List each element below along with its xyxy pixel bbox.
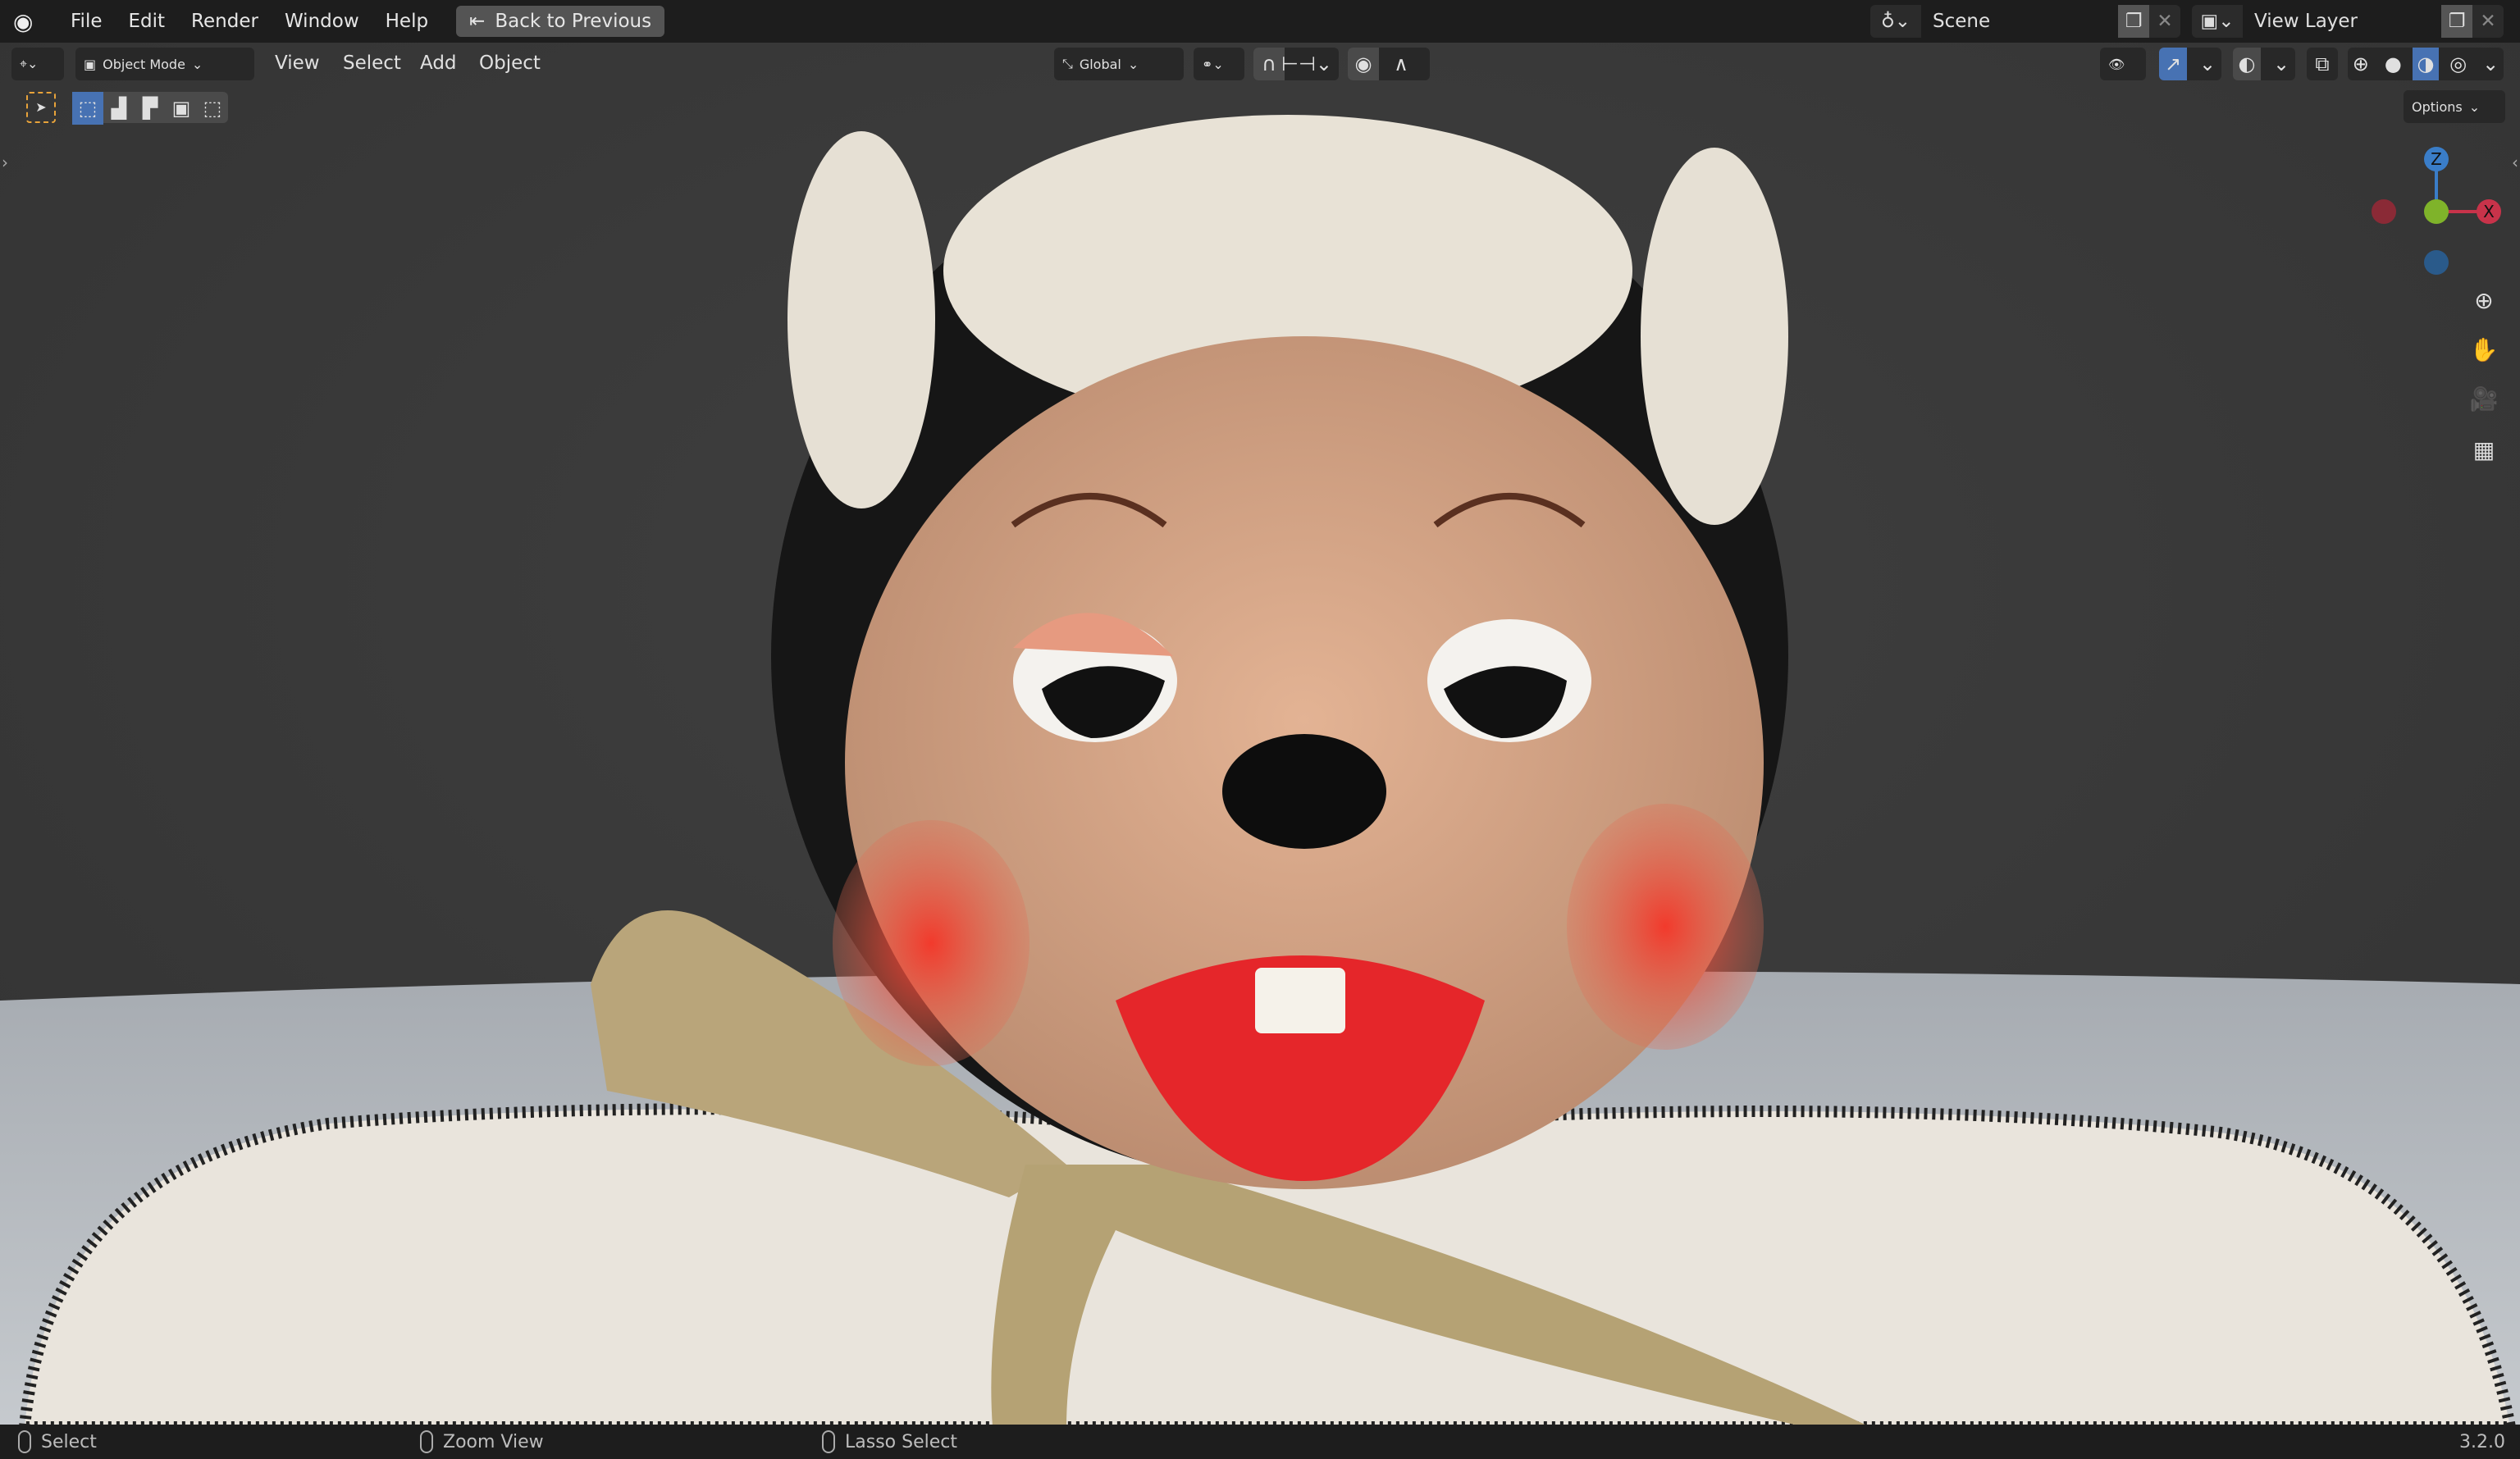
snap-increment-icon[interactable]: ⊢⊣⌄	[1281, 48, 1332, 80]
solid-shading-icon[interactable]: ●	[2381, 48, 2407, 80]
menu-help[interactable]: Help	[372, 11, 441, 32]
z-axis-label: Z	[2431, 149, 2442, 169]
overlays-icon[interactable]: ◐	[2233, 48, 2261, 80]
shading-modes[interactable]: ⊕ ● ◑ ◎ ⌄	[2348, 48, 2504, 80]
select-intersect-icon[interactable]: ⬚	[197, 92, 228, 125]
cursor-icon: ➤	[35, 99, 47, 115]
menu-object[interactable]: Object	[479, 52, 541, 74]
menu-render[interactable]: Render	[178, 11, 272, 32]
status-select-label: Select	[41, 1431, 97, 1452]
select-extend-icon[interactable]: ▟	[103, 92, 135, 125]
neg-z-axis-handle	[2424, 250, 2449, 275]
mouse-left-icon	[18, 1430, 31, 1453]
status-lasso-label: Lasso Select	[845, 1431, 957, 1452]
eye-icon: 👁	[2108, 56, 2125, 72]
back-to-previous-label: Back to Previous	[495, 11, 652, 32]
options-label: Options	[2412, 98, 2463, 115]
back-to-previous-button[interactable]: ⇤ Back to Previous	[456, 6, 665, 37]
wireframe-shading-icon[interactable]: ⊕	[2348, 48, 2374, 80]
view-layer-name[interactable]: View Layer	[2243, 5, 2441, 38]
select-box-tool[interactable]: ➤	[26, 92, 56, 123]
neg-x-axis-handle	[2372, 199, 2396, 224]
status-lasso-select: Lasso Select	[822, 1430, 957, 1453]
status-zoom-label: Zoom View	[443, 1431, 544, 1452]
pan-hand-icon[interactable]: ✋	[2466, 331, 2502, 367]
object-mode-icon: ▣	[84, 56, 97, 72]
chevron-down-icon[interactable]: ⌄	[2194, 48, 2221, 80]
options-dropdown[interactable]: Options ⌄	[2404, 90, 2505, 123]
scene-icon[interactable]: ♁⌄	[1870, 11, 1921, 32]
camera-view-icon[interactable]: 🎥	[2466, 381, 2502, 417]
proportional-editing[interactable]: ◉ ∧	[1348, 48, 1430, 80]
view-layer-selector[interactable]: ▣⌄ View Layer ❐ ✕	[2192, 5, 2504, 38]
editor-type-button[interactable]: ⌖⌄	[11, 48, 64, 80]
mouse-middle-icon	[420, 1430, 433, 1453]
proportional-edit-icon[interactable]: ◉	[1348, 48, 1379, 80]
snap-magnet-icon[interactable]: ∩	[1253, 48, 1285, 80]
menu-window[interactable]: Window	[272, 11, 372, 32]
back-icon: ⇤	[469, 11, 486, 32]
selection-mode-group: ⬚ ▟ ▛ ▣ ⬚	[72, 92, 228, 125]
version-label: 3.2.0	[2459, 1431, 2505, 1452]
material-preview-icon[interactable]: ◑	[2413, 48, 2439, 80]
select-invert-icon[interactable]: ▣	[166, 92, 197, 125]
select-new-icon[interactable]: ⬚	[72, 92, 103, 125]
close-icon[interactable]: ✕	[2149, 5, 2180, 38]
status-bar: Select Zoom View Lasso Select 3.2.0	[0, 1425, 2520, 1459]
menu-file[interactable]: File	[57, 11, 116, 32]
menu-view[interactable]: View	[275, 52, 320, 74]
toolbar-expand-icon[interactable]: ›	[2, 153, 8, 172]
rendered-shading-icon[interactable]: ◎	[2445, 48, 2472, 80]
duplicate-icon[interactable]: ❐	[2118, 5, 2149, 38]
chevron-down-icon: ⌄	[2468, 98, 2481, 115]
snap-controls[interactable]: ∩ ⊢⊣⌄	[1253, 48, 1339, 80]
nose	[1222, 734, 1386, 849]
xray-icon[interactable]: ⧉	[2307, 48, 2338, 80]
orientation-icon: ⤡	[1062, 56, 1073, 71]
chevron-down-icon[interactable]: ⌄	[2267, 48, 2295, 80]
menu-select[interactable]: Select	[343, 52, 401, 74]
pivot-icon: ⚭⌄	[1202, 56, 1224, 72]
pivot-point-dropdown[interactable]: ⚭⌄	[1194, 48, 1244, 80]
right-ear	[1641, 148, 1788, 525]
render-layers-icon[interactable]: ▣⌄	[2192, 11, 2243, 32]
chevron-down-icon: ⌄	[1127, 56, 1139, 72]
select-subtract-icon[interactable]: ▛	[135, 92, 166, 125]
blender-logo-icon[interactable]: ◉	[13, 8, 46, 35]
left-ear	[788, 131, 935, 508]
transform-orientation-dropdown[interactable]: ⤡ Global ⌄	[1054, 48, 1184, 80]
menu-edit[interactable]: Edit	[116, 11, 179, 32]
navigation-gizmo[interactable]: Z X	[2362, 139, 2510, 287]
viewport-render[interactable]	[0, 0, 2520, 1459]
teeth	[1255, 968, 1345, 1033]
gizmo-icon[interactable]: ↗	[2159, 48, 2187, 80]
status-zoom-view: Zoom View	[420, 1430, 544, 1453]
chevron-down-icon[interactable]: ⌄	[2477, 48, 2504, 80]
xray-toggle[interactable]: ⧉	[2307, 48, 2338, 80]
status-select: Select	[18, 1430, 97, 1453]
visibility-dropdown[interactable]: 👁	[2100, 48, 2146, 80]
3d-viewport-icon: ⌖⌄	[20, 56, 39, 71]
menu-add[interactable]: Add	[420, 52, 457, 74]
duplicate-icon[interactable]: ❐	[2441, 5, 2472, 38]
x-axis-label: X	[2483, 202, 2495, 221]
perspective-grid-icon[interactable]: ▦	[2466, 431, 2502, 467]
mode-label: Object Mode	[103, 56, 185, 72]
chevron-down-icon: ⌄	[191, 56, 203, 72]
overlays-toggle[interactable]: ◐ ⌄	[2233, 48, 2295, 80]
falloff-curve-icon[interactable]: ∧	[1386, 48, 1417, 80]
sidebar-expand-icon[interactable]: ‹	[2512, 153, 2518, 172]
mode-dropdown[interactable]: ▣ Object Mode ⌄	[75, 48, 254, 80]
scene-name[interactable]: Scene	[1921, 5, 2118, 38]
y-axis-handle	[2424, 199, 2449, 224]
scene-selector[interactable]: ♁⌄ Scene ❐ ✕	[1870, 5, 2180, 38]
mouse-right-icon	[822, 1430, 835, 1453]
orientation-label: Global	[1079, 56, 1121, 72]
gizmo-toggle[interactable]: ↗ ⌄	[2159, 48, 2221, 80]
zoom-view-icon[interactable]: ⊕	[2466, 282, 2502, 318]
close-icon[interactable]: ✕	[2472, 5, 2504, 38]
